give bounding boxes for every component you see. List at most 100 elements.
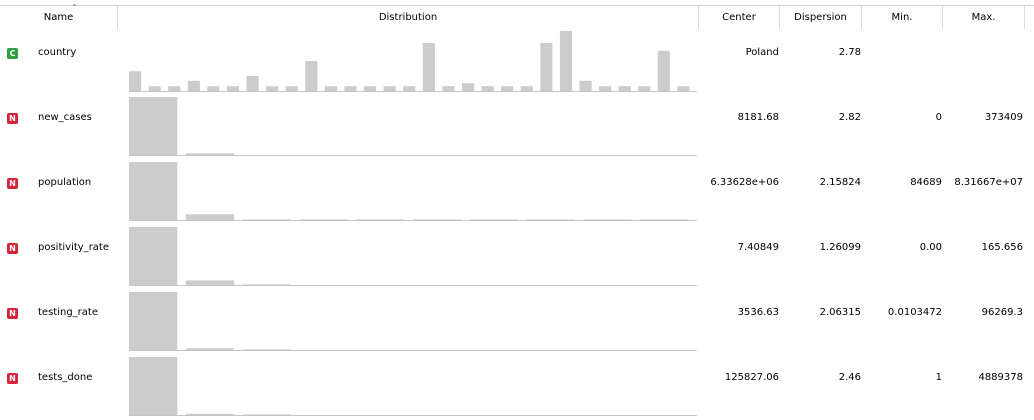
histogram-bar (242, 414, 291, 415)
histogram-bar (185, 153, 235, 155)
min-value: 0 (935, 112, 942, 123)
histogram-bar (526, 219, 575, 220)
column-header-min[interactable]: Min. (862, 6, 943, 29)
table-row[interactable]: Npositivity_rate 7.40849 1.26099 0.00 165.65… (0, 222, 1034, 287)
histogram-bar (129, 97, 178, 155)
column-header-name[interactable]: ⌃ Name (0, 3, 118, 29)
histogram-bar (540, 43, 553, 91)
distribution-histogram (119, 92, 699, 157)
column-header-distribution[interactable]: Distribution (118, 6, 699, 29)
center-value: 8181.68 (737, 112, 779, 123)
table-row[interactable]: Ntesting_rate 3536.63 2.06315 0.0103472 9626… (0, 287, 1034, 352)
histogram-bar (559, 31, 572, 91)
sort-ascending-icon: ⌃ (71, 3, 78, 12)
histogram-svg (129, 97, 697, 156)
histogram-bar (242, 349, 291, 350)
center-value: Poland (745, 47, 779, 58)
histogram-svg (129, 227, 697, 286)
feature-name: positivity_rate (38, 242, 110, 253)
histogram-bar (579, 80, 592, 91)
dispersion-value: 2.46 (838, 372, 861, 383)
table-row[interactable]: Ntests_done 125827.06 2.46 1 4889378 (0, 352, 1034, 417)
histogram-bar (638, 86, 651, 91)
table-row[interactable]: Ccountry Poland 2.78 (0, 27, 1034, 92)
histogram-bar (364, 86, 377, 91)
histogram-bar (356, 219, 405, 220)
column-header-dispersion-label: Dispersion (794, 12, 847, 23)
column-header-center[interactable]: Center (699, 6, 780, 29)
column-header-max[interactable]: Max. (943, 6, 1025, 29)
max-value: 165.656 (981, 242, 1023, 253)
histogram-bar (129, 292, 178, 350)
histogram-bar (242, 219, 291, 220)
histogram-bar (520, 86, 533, 91)
histogram-bar (462, 83, 475, 91)
histogram-bar (246, 76, 259, 91)
column-header-name-label: Name (43, 12, 74, 23)
histogram-bar (266, 86, 279, 91)
numeric-type-icon: N (7, 308, 18, 319)
histogram-bar (403, 86, 416, 91)
center-value: 7.40849 (737, 242, 779, 253)
histogram-bar (422, 43, 435, 91)
table-row[interactable]: Nnew_cases 8181.68 2.82 0 373409 (0, 92, 1034, 157)
histogram-bar (185, 413, 235, 415)
histogram-bar (187, 80, 200, 91)
histogram-bar (185, 280, 235, 285)
histogram-bar (413, 219, 462, 220)
histogram-bar (129, 71, 142, 91)
histogram-bar (129, 357, 178, 415)
histogram-bar (583, 219, 632, 220)
histogram-bar (242, 284, 291, 285)
histogram-bar (285, 86, 298, 91)
column-header-distribution-label: Distribution (378, 12, 438, 23)
feature-name: testing_rate (38, 307, 98, 318)
histogram-bar (168, 86, 181, 91)
dispersion-value: 2.06315 (819, 307, 861, 318)
column-header-min-label: Min. (891, 12, 913, 23)
histogram-bar (324, 86, 337, 91)
numeric-type-icon: N (7, 373, 18, 384)
histogram-bar (599, 86, 612, 91)
distribution-histogram (119, 157, 699, 222)
histogram-svg (129, 162, 697, 221)
max-value: 96269.3 (981, 307, 1023, 318)
feature-name: country (38, 47, 77, 58)
histogram-bar (501, 86, 514, 91)
min-value: 0.0103472 (887, 307, 942, 318)
histogram-bar (207, 86, 220, 91)
histogram-bar (299, 219, 348, 220)
dispersion-value: 2.15824 (819, 177, 861, 188)
histogram-svg (129, 31, 697, 92)
feature-name: population (38, 177, 92, 188)
histogram-svg (129, 357, 697, 416)
distribution-histogram (119, 352, 699, 417)
center-value: 6.33628e+06 (710, 177, 779, 188)
histogram-bar (185, 214, 235, 220)
min-value: 84689 (910, 177, 942, 188)
numeric-type-icon: N (7, 178, 18, 189)
feature-name: tests_done (38, 372, 93, 383)
dispersion-value: 1.26099 (819, 242, 861, 253)
histogram-bar (305, 61, 318, 91)
histogram-bar (677, 86, 690, 91)
categorical-type-icon: C (7, 48, 18, 59)
histogram-bar (344, 86, 357, 91)
min-value: 1 (935, 372, 942, 383)
histogram-bar (129, 162, 178, 220)
numeric-type-icon: N (7, 113, 18, 124)
center-value: 3536.63 (737, 307, 779, 318)
histogram-bar (148, 86, 161, 91)
histogram-bar (226, 86, 239, 91)
max-value: 8.31667e+07 (954, 177, 1023, 188)
table-header: ⌃ Name Distribution Center Dispersion Mi… (0, 3, 1034, 29)
column-header-max-label: Max. (971, 12, 996, 23)
dispersion-value: 2.78 (838, 47, 861, 58)
histogram-bar (185, 348, 235, 350)
histogram-bar (481, 86, 494, 91)
distribution-histogram (119, 27, 699, 92)
table-row[interactable]: Npopulation 6.33628e+06 2.15824 84689 8.3166… (0, 157, 1034, 222)
feature-name: new_cases (38, 112, 92, 123)
column-header-dispersion[interactable]: Dispersion (780, 6, 862, 29)
histogram-bar (657, 50, 670, 91)
